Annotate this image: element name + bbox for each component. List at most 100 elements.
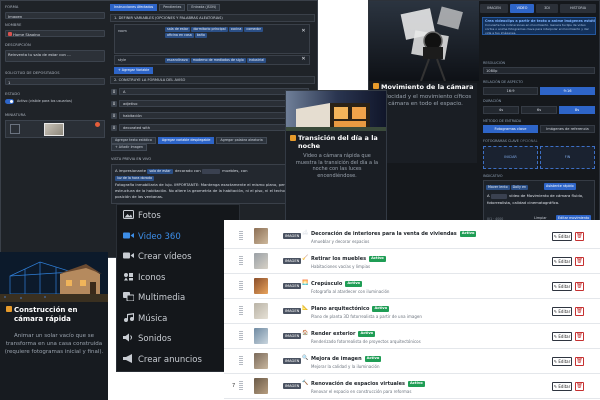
delete-icon[interactable]: 🗑	[575, 307, 584, 316]
add-static-text-button[interactable]: Agregar texto estático	[111, 137, 156, 144]
menu-item-sonidos[interactable]: Sonidos	[123, 332, 171, 346]
edit-button[interactable]: ✎ Editar	[552, 307, 572, 316]
edit-button[interactable]: ✎ Editar	[552, 357, 572, 366]
drag-handle-icon[interactable]	[239, 231, 243, 241]
row-title: Plano arquitectónico Activo	[311, 306, 390, 312]
edit-button[interactable]: ✎ Editar	[552, 282, 572, 291]
option-chip[interactable]: baño	[194, 33, 207, 38]
add-variable-button[interactable]: + Agregar Variable	[114, 67, 154, 74]
duration-8s[interactable]: 8s	[559, 106, 595, 114]
quick-assistant-button[interactable]: Asistente rápido	[544, 183, 576, 190]
option-chip[interactable]: comedor	[244, 27, 263, 32]
delete-icon[interactable]: 🗑	[575, 282, 584, 291]
formula-row[interactable]: adjetivo	[119, 100, 309, 107]
edit-button[interactable]: ✎ Editar	[552, 382, 572, 391]
motion-chip[interactable]: Mover lento	[486, 185, 510, 190]
resolution-select[interactable]: 1080p	[483, 67, 595, 74]
tab-instructions[interactable]: Instrucciones Afectados	[110, 4, 158, 11]
construction-card[interactable]: Construcción en cámara rápida Animar un …	[0, 252, 108, 400]
menu-item-multimedia[interactable]: Multimedia	[123, 291, 185, 305]
edit-button[interactable]: ✎ Editar	[552, 257, 572, 266]
remove-variable-icon[interactable]: ✕	[301, 57, 306, 62]
duration-6s[interactable]: 6s	[521, 106, 557, 114]
drag-handle-icon[interactable]	[239, 381, 243, 391]
menu-item-fotos[interactable]: Fotos	[123, 209, 161, 223]
name-input[interactable]: Home Staging	[5, 30, 105, 37]
tab-image[interactable]: IMAGEN	[480, 4, 508, 13]
tab-json[interactable]: Entrada (JSON)	[187, 4, 221, 11]
drag-handle-icon[interactable]: ⠿	[111, 125, 117, 131]
drag-handle-icon[interactable]: ⠿	[111, 101, 117, 107]
delete-icon[interactable]: 🗑	[575, 257, 584, 266]
add-random-word-button[interactable]: Agregar palabra aleatoria	[216, 137, 267, 144]
drag-handle-icon[interactable]	[239, 281, 243, 291]
format-select[interactable]: Imagen	[5, 12, 105, 19]
option-chip[interactable]: cocina	[228, 27, 244, 32]
menu-item-label: Crear vídeos	[138, 252, 192, 262]
option-chip[interactable]: escandinavo	[165, 58, 190, 63]
description-input[interactable]: Reinventa tu sala de estar con ...	[5, 50, 105, 62]
preview-chip[interactable]: luz de la hora dorada	[115, 176, 155, 181]
remove-variable-icon[interactable]: ✕	[301, 29, 306, 34]
delete-icon[interactable]: 🗑	[575, 232, 584, 241]
menu-item-música[interactable]: Música	[123, 312, 167, 326]
transition-card[interactable]: Transición del día a la noche Video a cá…	[285, 90, 387, 227]
drag-handle-icon[interactable]	[239, 306, 243, 316]
row-subtitle: Mejorar la calidad y la iluminación	[311, 364, 380, 369]
motion-chip[interactable]: Dolly en	[510, 185, 529, 190]
add-dropdown-variable-button[interactable]: Agregar variable desplegable	[157, 137, 215, 144]
menu-item-iconos[interactable]: Iconos	[123, 271, 165, 285]
option-chip[interactable]: oficina en casa	[165, 33, 194, 38]
add-image-button[interactable]: + Añadir Imagen	[111, 144, 148, 151]
menu-item-crear-vídeos[interactable]: Crear vídeos	[123, 250, 192, 264]
option-chip[interactable]: dormitorio principal	[191, 27, 228, 32]
tab-3d[interactable]: 3DI	[536, 4, 558, 13]
menu-item-crear-anuncios[interactable]: Crear anuncios	[123, 353, 202, 367]
start-frame-dropzone[interactable]: INICIAR	[483, 146, 538, 169]
drag-handle-icon[interactable]	[239, 331, 243, 341]
tab-history[interactable]: HISTORIA	[560, 4, 596, 13]
delete-icon[interactable]: 🗑	[575, 357, 584, 366]
option-chip[interactable]: industrial	[246, 58, 267, 63]
option-chip[interactable]: moderno de mediados de siglo	[190, 58, 246, 63]
preview-chip-empty[interactable]	[201, 169, 220, 174]
drag-handle-icon[interactable]	[239, 256, 243, 266]
remove-thumbnail-icon[interactable]	[95, 122, 100, 127]
camera-card-image	[369, 1, 479, 81]
delete-icon[interactable]: 🗑	[575, 382, 584, 391]
formula-row[interactable]: decorated with	[119, 124, 309, 131]
request-input[interactable]: 1	[5, 78, 105, 85]
method-reference[interactable]: Imágenes de referencia	[540, 125, 595, 133]
delete-icon[interactable]: 🗑	[575, 332, 584, 341]
status-badge: Activo	[459, 231, 477, 237]
formula-row[interactable]: habitación	[119, 112, 309, 119]
aspect-16-9[interactable]: 16:9	[483, 87, 538, 95]
live-preview-label: VISTA PREVIA EN VIVO	[111, 157, 152, 161]
menu-item-video-360[interactable]: Video 360	[123, 230, 181, 244]
prompt-text[interactable]: A vídeo de Movimiento de cámara fluido, …	[487, 193, 591, 205]
tab-pending[interactable]: Pendientes	[159, 4, 186, 11]
icons-icon	[123, 272, 134, 281]
prompt-box[interactable]: Mover lento Dolly en Asistente rápido A v…	[483, 180, 595, 225]
variable-options[interactable]: escandinavo moderno de mediados de siglo i…	[165, 57, 290, 63]
drag-handle-icon[interactable]	[239, 356, 243, 366]
end-frame-dropzone[interactable]: FIN	[540, 146, 595, 169]
drag-handle-icon[interactable]: ⠿	[111, 113, 117, 119]
variable-options[interactable]: sala de estar dormitorio principal cocina c…	[165, 27, 290, 52]
description-label: DESCRIPCIÓN	[5, 43, 31, 47]
row-number: 7	[232, 383, 236, 389]
method-keyframes[interactable]: Fotogramas clave	[483, 125, 538, 133]
edit-button[interactable]: ✎ Editar	[552, 232, 572, 241]
thumbnail-field[interactable]	[5, 120, 105, 138]
formula-row[interactable]: A	[119, 88, 309, 95]
preview-chip[interactable]: sala de estar	[147, 169, 173, 174]
duration-4s[interactable]: 4s	[483, 106, 519, 114]
option-chip[interactable]: sala de estar	[165, 27, 191, 32]
method-label: MÉTODO DE ENTRADA	[483, 119, 522, 123]
aspect-9-16[interactable]: 9:16	[540, 87, 595, 95]
drag-handle-icon[interactable]: ⠿	[111, 89, 117, 95]
edit-button[interactable]: ✎ Editar	[552, 332, 572, 341]
tab-video[interactable]: VIDEO	[510, 4, 534, 13]
row-title: Renovación de espacios virtuales Activo	[311, 381, 425, 387]
status-toggle[interactable]	[5, 99, 14, 104]
